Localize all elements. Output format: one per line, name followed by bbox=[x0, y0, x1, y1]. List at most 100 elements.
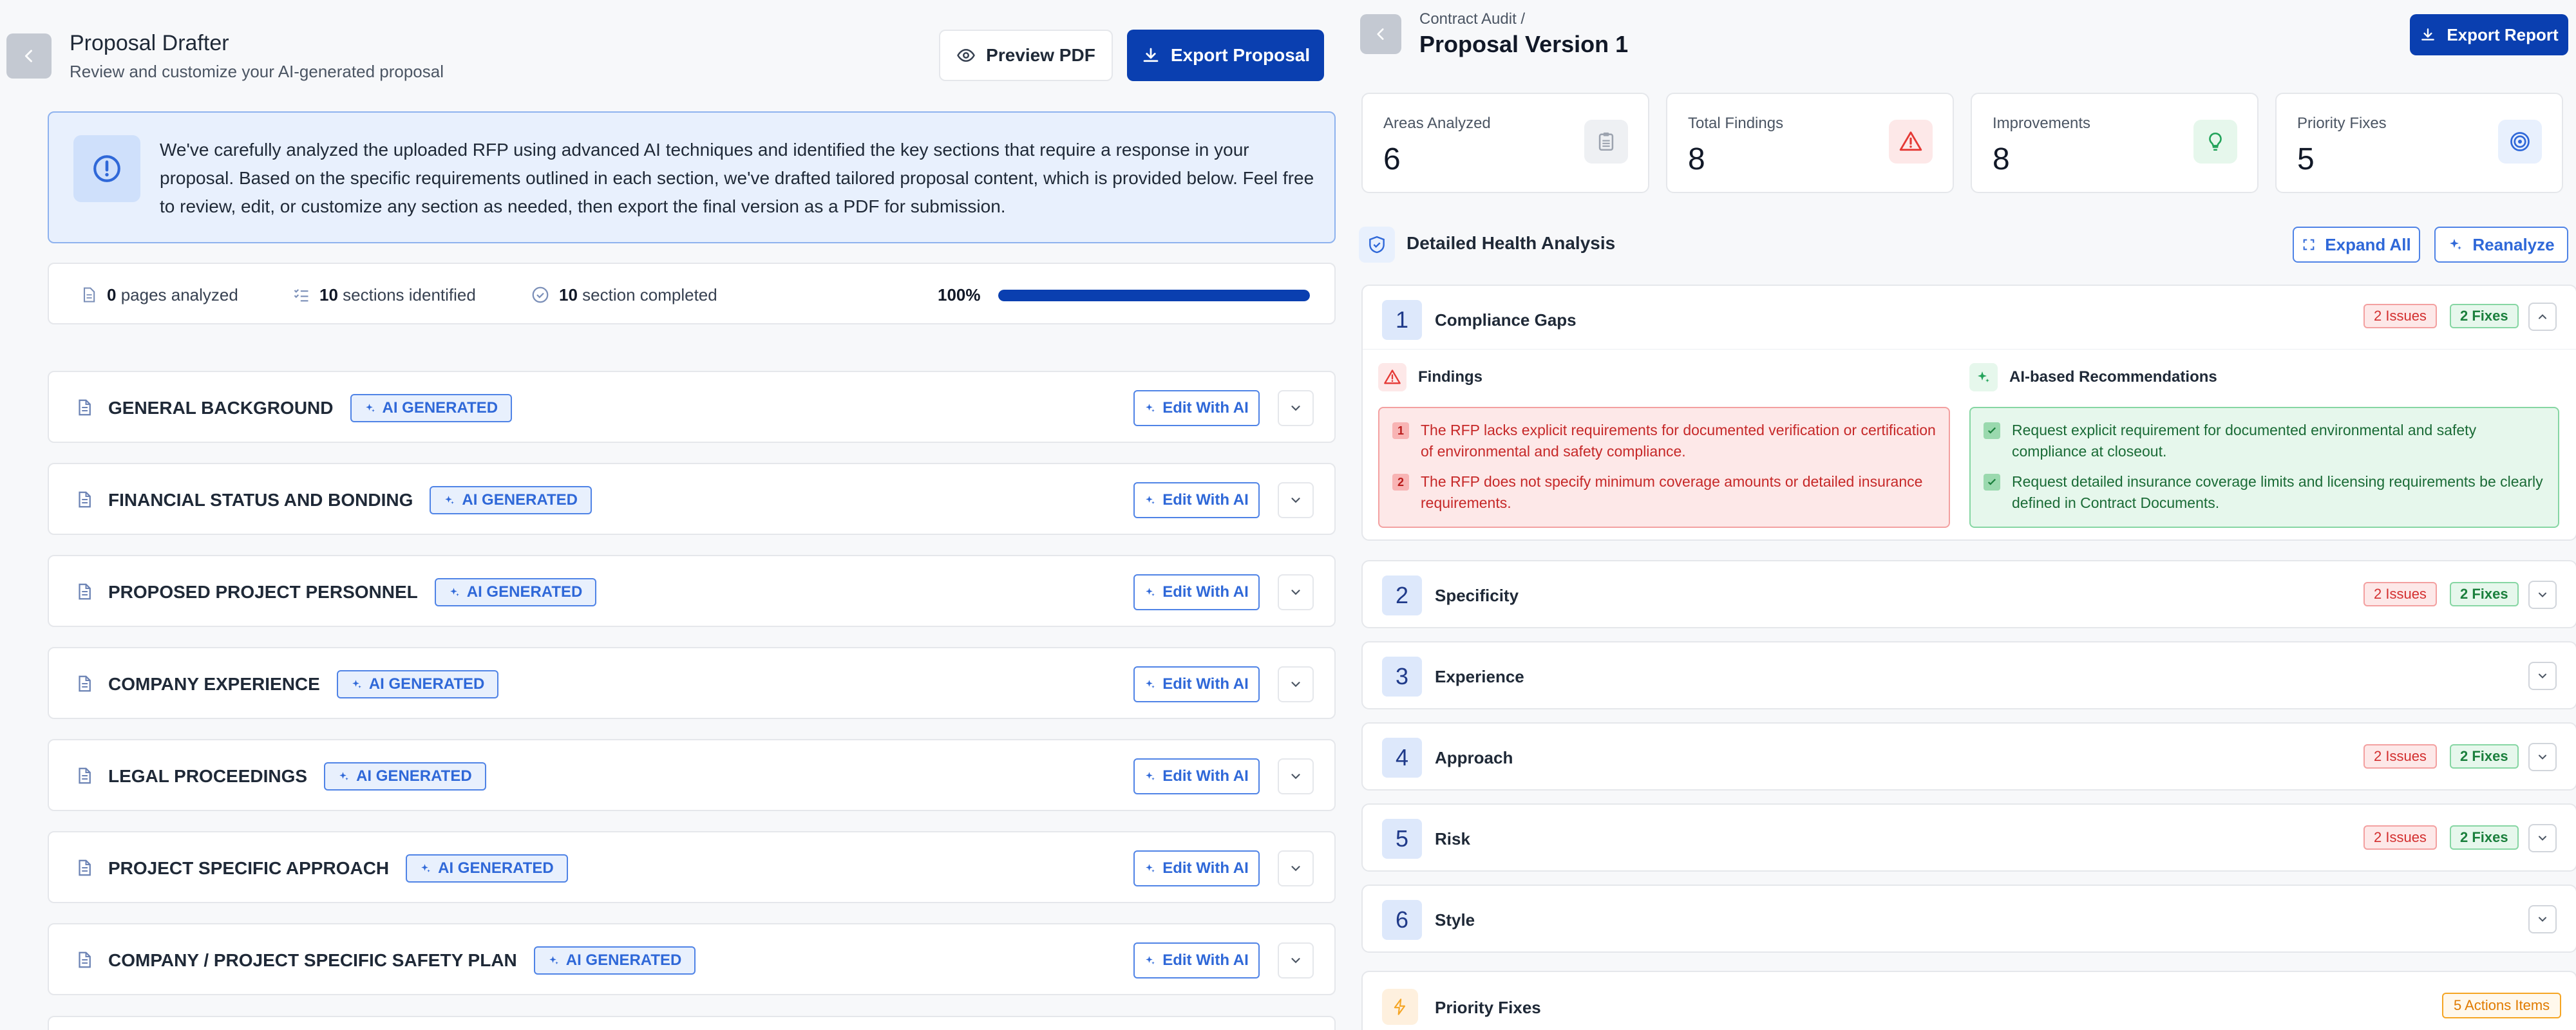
breadcrumb[interactable]: Contract Audit / bbox=[1419, 10, 1525, 28]
recommendations-box: Request explicit requirement for documen… bbox=[1969, 407, 2559, 528]
ai-generated-label: AI GENERATED bbox=[438, 859, 554, 877]
expand-button[interactable] bbox=[2528, 743, 2557, 771]
chevron-down-icon bbox=[1291, 866, 1300, 872]
priority-fixes-title: Priority Fixes bbox=[1435, 998, 1541, 1017]
finding-number: 2 bbox=[1392, 474, 1409, 491]
clipboard-icon bbox=[1584, 120, 1628, 164]
edit-with-ai-button[interactable]: Edit With AI bbox=[1133, 390, 1260, 426]
chevron-down-icon bbox=[2539, 592, 2546, 597]
expand-section-button[interactable] bbox=[1278, 942, 1314, 979]
chevron-left-icon bbox=[1377, 28, 1384, 40]
reanalyze-button[interactable]: Reanalyze bbox=[2434, 227, 2568, 263]
expand-button[interactable] bbox=[2528, 905, 2557, 933]
preview-pdf-button[interactable]: Preview PDF bbox=[939, 30, 1113, 81]
issues-badge: 2 Issues bbox=[2363, 582, 2437, 606]
section-header: COMPANY EXPERIENCE AI GENERATED bbox=[108, 648, 499, 720]
section-title: PROJECT SPECIFIC APPROACH bbox=[108, 858, 390, 878]
download-icon bbox=[2421, 28, 2435, 41]
chevron-down-icon bbox=[2539, 917, 2546, 922]
document-icon bbox=[79, 491, 91, 508]
section-card-partial bbox=[48, 1016, 1336, 1030]
priority-fixes-section[interactable]: Priority Fixes 5 Actions Items bbox=[1361, 971, 2576, 1030]
completed-count: 10 bbox=[559, 285, 578, 304]
edit-with-ai-label: Edit With AI bbox=[1162, 491, 1249, 509]
document-icon bbox=[79, 583, 91, 600]
area-compliance-gaps[interactable]: 1 Compliance Gaps 2 Issues 2 Fixes Findi… bbox=[1361, 285, 2576, 541]
export-report-button[interactable]: Export Report bbox=[2410, 14, 2568, 55]
check-icon bbox=[1984, 422, 2000, 439]
expand-section-button[interactable] bbox=[1278, 850, 1314, 886]
expand-button[interactable] bbox=[2528, 581, 2557, 609]
recommendation-text: Request detailed insurance coverage limi… bbox=[2012, 473, 2543, 511]
fixes-badge: 2 Fixes bbox=[2450, 582, 2519, 606]
version-title: Proposal Version 1 bbox=[1419, 31, 1629, 57]
document-icon bbox=[79, 675, 91, 692]
sparkle-icon bbox=[445, 496, 455, 504]
issues-badge: 2 Issues bbox=[2363, 825, 2437, 850]
section-card[interactable]: LEGAL PROCEEDINGS AI GENERATED Edit With A… bbox=[48, 739, 1336, 811]
info-text: We've carefully analyzed the uploaded RF… bbox=[160, 140, 1314, 216]
edit-with-ai-label: Edit With AI bbox=[1162, 675, 1249, 693]
page-subtitle: Review and customize your AI-generated p… bbox=[70, 62, 444, 81]
analysis-title: Detailed Health Analysis bbox=[1406, 233, 1616, 253]
document-icon bbox=[79, 951, 91, 968]
section-card[interactable]: PROPOSED PROJECT PERSONNEL AI GENERATED Ed… bbox=[48, 555, 1336, 627]
fixes-badge: 2 Fixes bbox=[2450, 304, 2519, 328]
expand-section-button[interactable] bbox=[1278, 390, 1314, 426]
card-label: Areas Analyzed bbox=[1383, 115, 1491, 132]
edit-with-ai-label: Edit With AI bbox=[1162, 583, 1249, 601]
card-value: 8 bbox=[1993, 142, 2010, 176]
expand-button[interactable] bbox=[2528, 824, 2557, 852]
area-details: Findings AI-based Recommendations 1 The … bbox=[1363, 349, 2576, 542]
ai-generated-badge: AI GENERATED bbox=[434, 578, 597, 606]
area-approach[interactable]: 4 Approach 2 Issues 2 Fixes bbox=[1361, 722, 2576, 791]
edit-with-ai-button[interactable]: Edit With AI bbox=[1133, 942, 1260, 979]
area-risk[interactable]: 5 Risk 2 Issues 2 Fixes bbox=[1361, 803, 2576, 872]
chevron-down-icon bbox=[2539, 754, 2546, 760]
eye-icon bbox=[957, 48, 976, 62]
export-proposal-label: Export Proposal bbox=[1170, 45, 1311, 65]
fixes-badge: 2 Fixes bbox=[2450, 744, 2519, 769]
document-icon bbox=[83, 287, 95, 303]
section-card[interactable]: FINANCIAL STATUS AND BONDING AI GENERATED… bbox=[48, 463, 1336, 535]
edit-with-ai-button[interactable]: Edit With AI bbox=[1133, 482, 1260, 518]
edit-with-ai-button[interactable]: Edit With AI bbox=[1133, 758, 1260, 794]
section-card[interactable]: GENERAL BACKGROUND AI GENERATED Edit With … bbox=[48, 371, 1336, 443]
edit-with-ai-button[interactable]: Edit With AI bbox=[1133, 850, 1260, 886]
expand-section-button[interactable] bbox=[1278, 482, 1314, 518]
section-card[interactable]: PROJECT SPECIFIC APPROACH AI GENERATED Edi… bbox=[48, 831, 1336, 903]
page-title: Proposal Drafter bbox=[70, 31, 229, 55]
audit-back-button[interactable] bbox=[1360, 14, 1401, 54]
area-experience[interactable]: 3 Experience bbox=[1361, 641, 2576, 709]
expand-all-button[interactable]: Expand All bbox=[2293, 227, 2420, 263]
area-specificity[interactable]: 2 Specificity 2 Issues 2 Fixes bbox=[1361, 560, 2576, 628]
proposal-drafter-panel: Proposal Drafter Review and customize yo… bbox=[0, 0, 1352, 1030]
ai-generated-label: AI GENERATED bbox=[565, 951, 682, 969]
areas-analyzed-card: Areas Analyzed 6 bbox=[1361, 93, 1649, 193]
expand-all-label: Expand All bbox=[2325, 234, 2411, 254]
sparkle-icon bbox=[1146, 404, 1155, 412]
section-card[interactable]: COMPANY EXPERIENCE AI GENERATED Edit With … bbox=[48, 647, 1336, 719]
ai-generated-badge: AI GENERATED bbox=[406, 854, 568, 883]
section-card[interactable]: COMPANY / PROJECT SPECIFIC SAFETY PLAN AI… bbox=[48, 923, 1336, 995]
expand-section-button[interactable] bbox=[1278, 666, 1314, 702]
issues-badge: 2 Issues bbox=[2363, 744, 2437, 769]
target-icon bbox=[2498, 120, 2542, 164]
expand-section-button[interactable] bbox=[1278, 758, 1314, 794]
actions-badge: 5 Actions Items bbox=[2442, 993, 2562, 1018]
edit-with-ai-button[interactable]: Edit With AI bbox=[1133, 666, 1260, 702]
ai-generated-badge: AI GENERATED bbox=[324, 762, 486, 791]
export-proposal-button[interactable]: Export Proposal bbox=[1127, 30, 1324, 81]
edit-with-ai-button[interactable]: Edit With AI bbox=[1133, 574, 1260, 610]
ai-generated-label: AI GENERATED bbox=[368, 675, 485, 693]
area-style[interactable]: 6 Style bbox=[1361, 885, 2576, 953]
ai-generated-badge: AI GENERATED bbox=[350, 394, 513, 422]
expand-section-button[interactable] bbox=[1278, 574, 1314, 610]
back-button[interactable] bbox=[6, 33, 52, 79]
section-header: COMPANY / PROJECT SPECIFIC SAFETY PLAN AI… bbox=[108, 924, 696, 997]
document-icon bbox=[79, 767, 91, 784]
sparkle-icon bbox=[365, 404, 375, 412]
fixes-badge: 2 Fixes bbox=[2450, 825, 2519, 850]
expand-button[interactable] bbox=[2528, 662, 2557, 690]
collapse-button[interactable] bbox=[2528, 303, 2557, 331]
